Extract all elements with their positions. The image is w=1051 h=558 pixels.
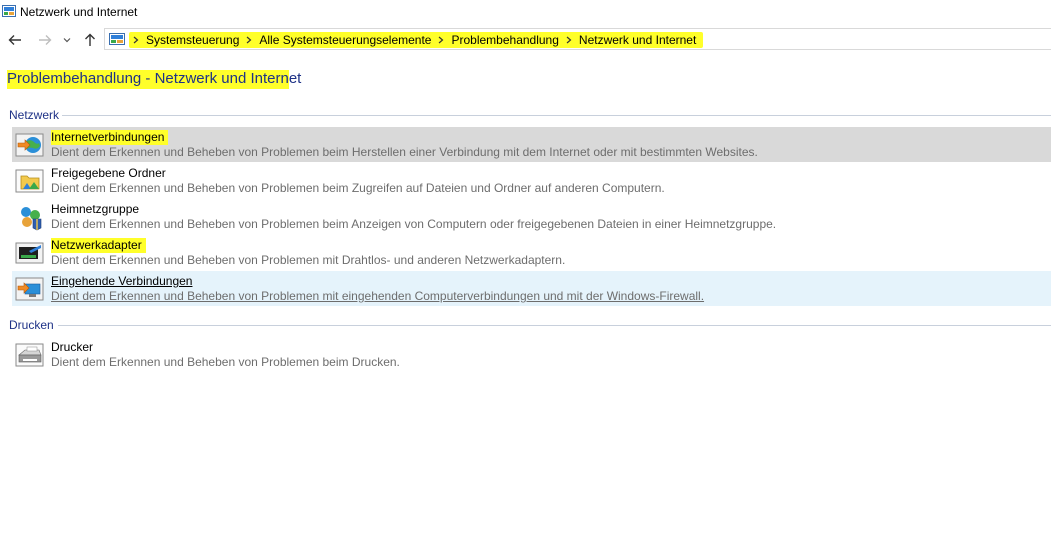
shared-folder-icon: [15, 169, 44, 193]
page-title: Problembehandlung - Netzwerk und Interne…: [7, 70, 302, 89]
page-title-rest: et: [288, 70, 302, 87]
page-title-highlighted: Problembehandlung - Netzwerk und Intern: [7, 70, 289, 89]
arrow-up-icon: [85, 33, 95, 46]
title-bar: Netzwerk und Internet: [0, 0, 1051, 24]
list-item-internetverbindungen[interactable]: Internetverbindungen Dient dem Erkennen …: [12, 127, 1051, 162]
recent-locations-button[interactable]: [60, 30, 74, 50]
breadcrumb-item-alle-systemsteuerungselemente[interactable]: Alle Systemsteuerungselemente: [256, 33, 434, 47]
printer-icon: [15, 343, 44, 367]
item-name[interactable]: Internetverbindungen: [51, 130, 169, 145]
control-panel-icon: [109, 33, 125, 45]
chevron-right-icon[interactable]: [562, 36, 576, 44]
control-panel-icon: [2, 5, 16, 17]
item-description[interactable]: Dient dem Erkennen und Beheben von Probl…: [51, 289, 704, 303]
address-bar[interactable]: Systemsteuerung Alle Systemsteuerungsele…: [104, 28, 1051, 50]
homegroup-icon: [21, 207, 42, 231]
chevron-right-icon[interactable]: [434, 36, 448, 44]
item-name[interactable]: Freigegebene Ordner: [51, 166, 166, 180]
list-item-heimnetzgruppe[interactable]: Heimnetzgruppe Dient dem Erkennen und Be…: [12, 199, 1051, 234]
globe-network-icon: [15, 133, 44, 157]
item-description[interactable]: Dient dem Erkennen und Beheben von Probl…: [51, 217, 776, 231]
forward-button[interactable]: [36, 30, 54, 50]
item-name[interactable]: Heimnetzgruppe: [51, 202, 139, 216]
incoming-connections-icon: [15, 277, 44, 301]
arrow-left-icon: [8, 35, 21, 45]
section-header-drucken: Drucken: [9, 318, 54, 332]
breadcrumb-item-problembehandlung[interactable]: Problembehandlung: [448, 33, 561, 47]
item-description[interactable]: Dient dem Erkennen und Beheben von Probl…: [51, 181, 665, 195]
chevron-right-icon[interactable]: [129, 36, 143, 44]
window-title: Netzwerk und Internet: [20, 5, 138, 19]
chevron-down-icon: [63, 38, 71, 43]
list-item-freigegebene-ordner[interactable]: Freigegebene Ordner Dient dem Erkennen u…: [12, 163, 1051, 198]
section-divider: [58, 325, 1051, 326]
item-name[interactable]: Drucker: [51, 340, 93, 354]
breadcrumb: Systemsteuerung Alle Systemsteuerungsele…: [129, 31, 704, 48]
list-item-drucker[interactable]: Drucker Dient dem Erkennen und Beheben v…: [12, 337, 1051, 372]
list-item-netzwerkadapter[interactable]: Netzwerkadapter Dient dem Erkennen und B…: [12, 235, 1051, 270]
item-description[interactable]: Dient dem Erkennen und Beheben von Probl…: [51, 145, 758, 159]
item-description[interactable]: Dient dem Erkennen und Beheben von Probl…: [51, 355, 400, 369]
breadcrumb-item-netzwerk-und-internet[interactable]: Netzwerk und Internet: [576, 33, 699, 47]
back-button[interactable]: [6, 30, 24, 50]
chevron-right-icon[interactable]: [242, 36, 256, 44]
network-adapter-icon: [15, 242, 44, 264]
up-button[interactable]: [81, 30, 99, 50]
arrow-right-icon: [39, 35, 52, 45]
breadcrumb-item-systemsteuerung[interactable]: Systemsteuerung: [143, 33, 242, 47]
list-item-eingehende-verbindungen[interactable]: Eingehende Verbindungen Dient dem Erkenn…: [12, 271, 1051, 306]
item-name[interactable]: Netzwerkadapter: [51, 238, 146, 253]
section-divider: [62, 115, 1051, 116]
section-header-netzwerk: Netzwerk: [9, 108, 60, 122]
item-description[interactable]: Dient dem Erkennen und Beheben von Probl…: [51, 253, 565, 267]
item-name[interactable]: Eingehende Verbindungen: [51, 274, 192, 288]
breadcrumb-highlight: Systemsteuerung Alle Systemsteuerungsele…: [129, 31, 704, 48]
